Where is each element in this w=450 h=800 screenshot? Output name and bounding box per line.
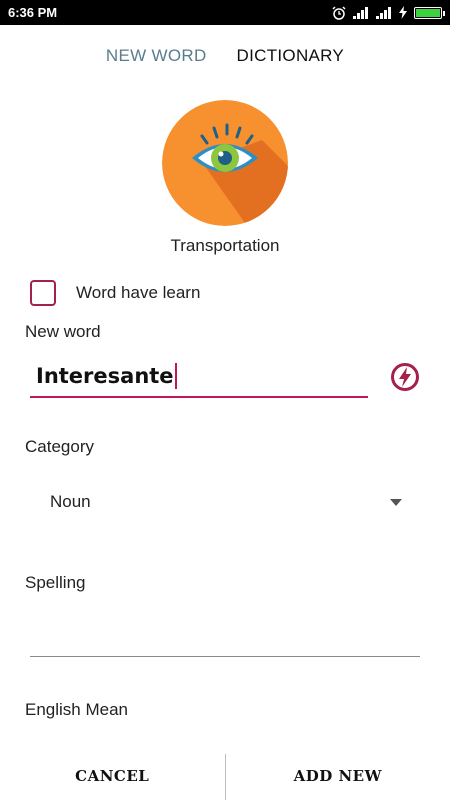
battery-icon — [414, 6, 445, 19]
spelling-input[interactable] — [30, 610, 420, 657]
eye-icon — [162, 100, 288, 226]
status-icons — [332, 5, 445, 20]
new-word-value: Interesante — [36, 364, 174, 388]
signal-icon-2 — [376, 6, 391, 19]
signal-icon — [353, 6, 368, 19]
new-word-input[interactable]: Interesante — [30, 358, 368, 398]
dropdown-arrow-icon — [390, 499, 402, 506]
status-time: 6:36 PM — [8, 5, 58, 20]
bottom-action-bar: CANCEL ADD NEW — [0, 752, 450, 800]
new-word-label: New word — [25, 322, 101, 341]
flash-button[interactable] — [390, 362, 420, 392]
add-new-button[interactable]: ADD NEW — [226, 752, 450, 800]
tab-bar: NEW WORD DICTIONARY — [0, 40, 450, 72]
learned-checkbox-row[interactable]: Word have learn — [30, 280, 200, 306]
charging-icon — [399, 6, 407, 19]
cancel-button[interactable]: CANCEL — [0, 752, 225, 800]
status-bar: 6:36 PM — [0, 0, 450, 25]
category-icon-label: Transportation — [170, 236, 280, 255]
tab-new-word[interactable]: NEW WORD — [106, 40, 207, 72]
english-mean-label: English Mean — [25, 700, 129, 719]
category-dropdown[interactable]: Noun — [30, 484, 410, 520]
learned-checkbox-label: Word have learn — [76, 283, 201, 302]
flash-icon — [391, 363, 419, 391]
learned-checkbox[interactable] — [30, 280, 56, 306]
category-icon-button[interactable] — [162, 100, 288, 226]
tab-dictionary[interactable]: DICTIONARY — [237, 40, 345, 72]
battery-level — [416, 8, 440, 17]
alarm-icon — [332, 5, 346, 20]
category-selected: Noun — [50, 492, 91, 511]
category-label: Category — [25, 437, 94, 456]
spelling-label: Spelling — [25, 573, 86, 592]
text-caret — [174, 363, 177, 389]
